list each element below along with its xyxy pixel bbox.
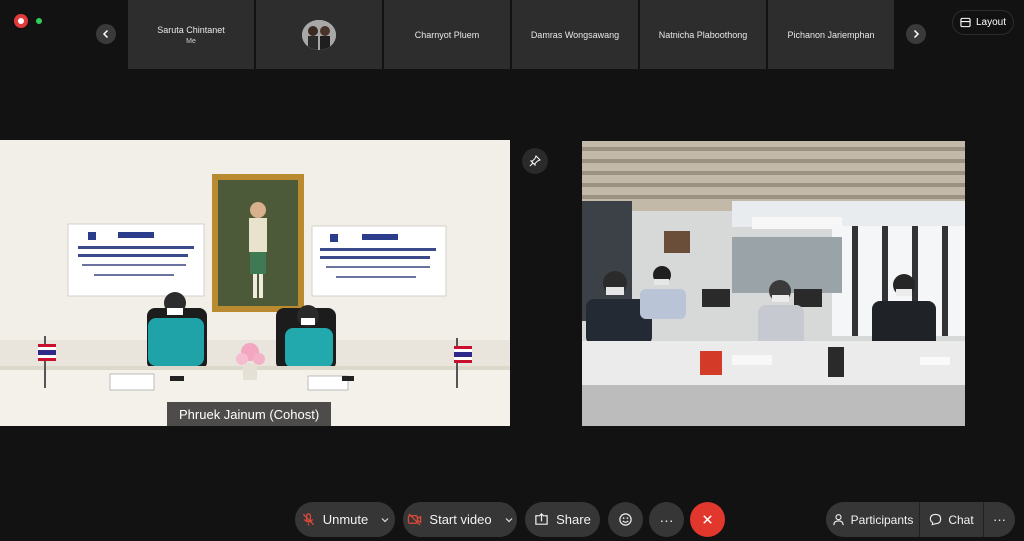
grid-layout-icon — [960, 17, 971, 28]
chat-button[interactable]: Chat — [920, 502, 984, 537]
start-video-button[interactable]: Start video — [403, 502, 517, 537]
gallery-tile-6[interactable]: Pichanon Jariemphan — [768, 0, 894, 69]
main-video-right[interactable] — [582, 141, 965, 426]
main-video-left[interactable] — [0, 140, 510, 426]
gallery-tile-4[interactable]: Damras Wongsawang — [512, 0, 638, 69]
share-screen-button[interactable]: Share — [525, 502, 600, 537]
chevron-left-icon — [102, 29, 109, 39]
recording-status — [14, 14, 42, 28]
share-label: Share — [556, 512, 591, 527]
chevron-right-icon — [913, 29, 920, 39]
record-icon[interactable] — [14, 14, 28, 28]
video-feed-meeting-room — [582, 141, 965, 426]
smiley-icon — [619, 513, 632, 526]
microphone-muted-icon — [302, 513, 314, 526]
participant-name: Natnicha Plaboothong — [658, 29, 748, 40]
pin-video-button[interactable] — [522, 148, 548, 174]
overflow-icon: ··· — [993, 512, 1006, 527]
layout-button[interactable]: Layout — [952, 10, 1014, 35]
layout-button-label: Layout — [975, 17, 1007, 28]
avatar — [302, 19, 336, 50]
more-options-button[interactable]: ··· — [649, 502, 684, 537]
more-icon: ··· — [659, 511, 674, 528]
active-speaker-name-tag: Phruek Jainum (Cohost) — [167, 402, 332, 426]
pin-icon — [529, 155, 541, 167]
participant-me-label: Me — [186, 37, 196, 45]
participants-button[interactable]: Participants — [826, 502, 920, 537]
participants-label: Participants — [850, 512, 914, 527]
chat-bubble-icon — [930, 513, 942, 526]
reactions-button[interactable] — [608, 502, 643, 537]
leave-meeting-button[interactable] — [690, 502, 725, 537]
close-icon — [703, 515, 712, 524]
connection-status-dot — [36, 18, 42, 24]
video-feed-ceremony — [0, 140, 510, 426]
gallery-tile-2[interactable] — [256, 0, 382, 69]
participant-name: Saruta Chintanet — [157, 24, 225, 35]
participant-name: Charnyot Pluem — [414, 29, 480, 40]
gallery-tile-1[interactable]: Saruta Chintanet Me — [128, 0, 254, 69]
gallery-tile-5[interactable]: Natnicha Plaboothong — [640, 0, 766, 69]
participant-name: Damras Wongsawang — [530, 29, 620, 40]
chat-label: Chat — [948, 512, 974, 527]
unmute-button[interactable]: Unmute — [295, 502, 395, 537]
panel-button-group: Participants Chat ··· — [826, 502, 1015, 537]
gallery-prev-button[interactable] — [96, 24, 116, 44]
share-screen-icon — [535, 513, 548, 525]
chevron-down-icon[interactable] — [505, 516, 513, 524]
overflow-menu-button[interactable]: ··· — [984, 502, 1015, 537]
unmute-label: Unmute — [322, 512, 369, 527]
participant-name: Pichanon Jariemphan — [787, 29, 875, 40]
start-video-label: Start video — [429, 512, 492, 527]
video-off-icon — [408, 513, 422, 526]
person-icon — [832, 514, 844, 526]
chevron-down-icon[interactable] — [381, 516, 389, 524]
gallery-tile-3[interactable]: Charnyot Pluem — [384, 0, 510, 69]
gallery-next-button[interactable] — [906, 24, 926, 44]
